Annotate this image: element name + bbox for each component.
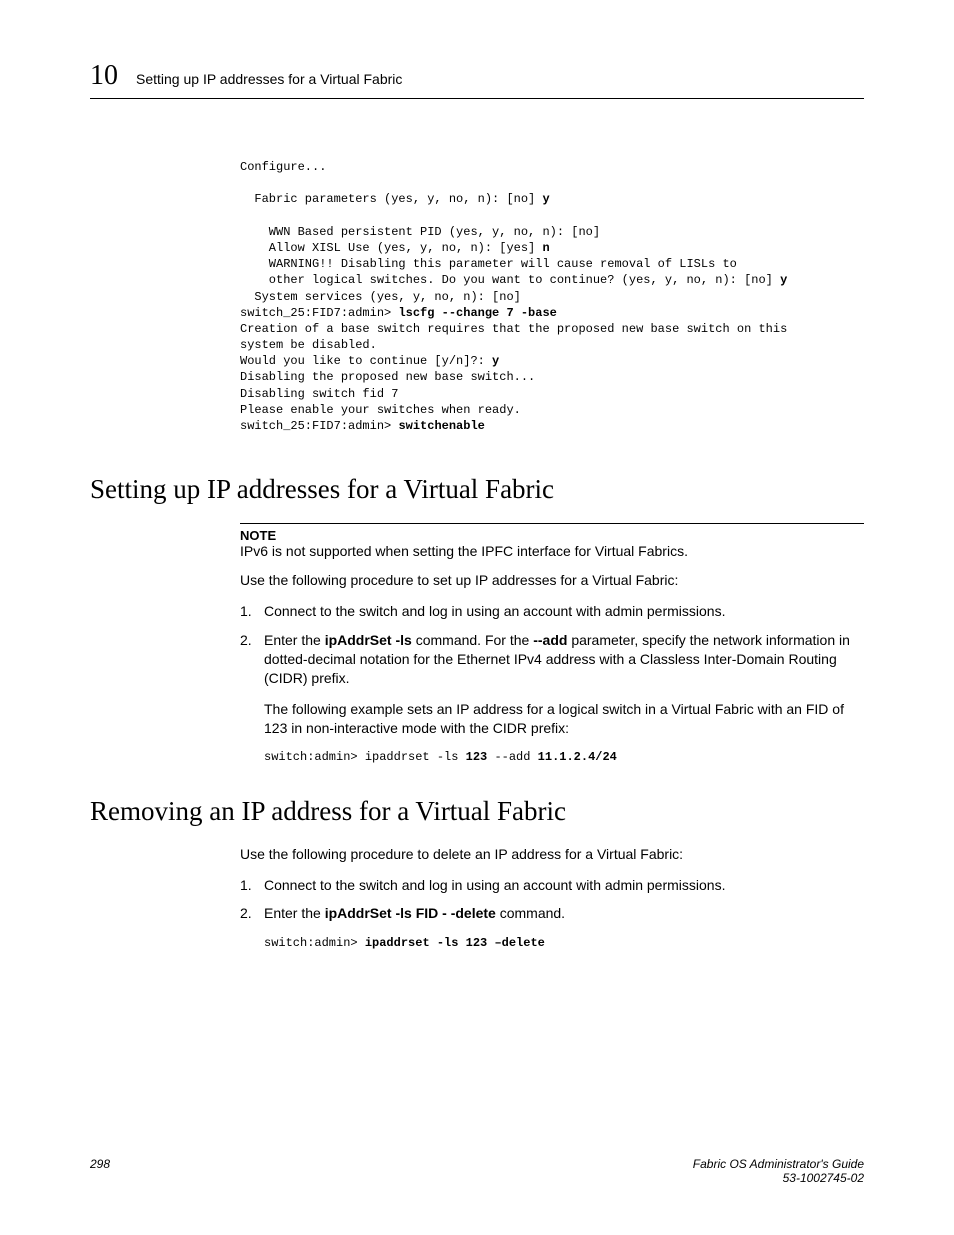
terminal-output: Configure... Fabric parameters (yes, y, … — [240, 159, 864, 434]
param-add: --add — [533, 632, 567, 648]
step-text: Enter the ipAddrSet -ls command. For the… — [264, 631, 864, 766]
ordered-list: 1. Connect to the switch and log in usin… — [240, 876, 864, 952]
code-example: switch:admin> ipaddrset -ls 123 –delete — [264, 935, 864, 951]
list-item: 2. Enter the ipAddrSet -ls FID - -delete… — [240, 904, 864, 951]
doc-number: 53-1002745-02 — [693, 1171, 864, 1185]
page-header: 10 Setting up IP addresses for a Virtual… — [90, 60, 864, 99]
list-item: 2. Enter the ipAddrSet -ls command. For … — [240, 631, 864, 766]
body-removing-ip: Use the following procedure to delete an… — [240, 845, 864, 952]
chapter-number: 10 — [90, 60, 118, 92]
page-container: 10 Setting up IP addresses for a Virtual… — [0, 0, 954, 1235]
step-text: Connect to the switch and log in using a… — [264, 876, 864, 895]
page-footer: 298 Fabric OS Administrator's Guide 53-1… — [90, 1157, 864, 1185]
step-number: 1. — [240, 602, 264, 621]
code-example: switch:admin> ipaddrset -ls 123 --add 11… — [264, 749, 864, 765]
list-item: 1. Connect to the switch and log in usin… — [240, 876, 864, 895]
step-number: 2. — [240, 904, 264, 951]
header-title: Setting up IP addresses for a Virtual Fa… — [136, 71, 402, 87]
section-heading-removing-ip: Removing an IP address for a Virtual Fab… — [90, 796, 864, 827]
page-number: 298 — [90, 1157, 110, 1185]
body-setting-ip: Use the following procedure to set up IP… — [240, 571, 864, 765]
ordered-list: 1. Connect to the switch and log in usin… — [240, 602, 864, 766]
step-paragraph: The following example sets an IP address… — [264, 700, 864, 738]
step-number: 1. — [240, 876, 264, 895]
section-heading-setting-ip: Setting up IP addresses for a Virtual Fa… — [90, 474, 864, 505]
command-ipaddrset-ls: ipAddrSet -ls — [325, 632, 412, 648]
intro-paragraph: Use the following procedure to set up IP… — [240, 571, 864, 590]
footer-right: Fabric OS Administrator's Guide 53-10027… — [693, 1157, 864, 1185]
step-text: Connect to the switch and log in using a… — [264, 602, 864, 621]
note-text: IPv6 is not supported when setting the I… — [240, 543, 864, 559]
step-number: 2. — [240, 631, 264, 766]
note-block: NOTE IPv6 is not supported when setting … — [240, 523, 864, 559]
command-ipaddrset-delete: ipAddrSet -ls FID - -delete — [325, 905, 496, 921]
note-label: NOTE — [240, 528, 864, 543]
list-item: 1. Connect to the switch and log in usin… — [240, 602, 864, 621]
intro-paragraph: Use the following procedure to delete an… — [240, 845, 864, 864]
guide-title: Fabric OS Administrator's Guide — [693, 1157, 864, 1171]
step-text: Enter the ipAddrSet -ls FID - -delete co… — [264, 904, 864, 951]
